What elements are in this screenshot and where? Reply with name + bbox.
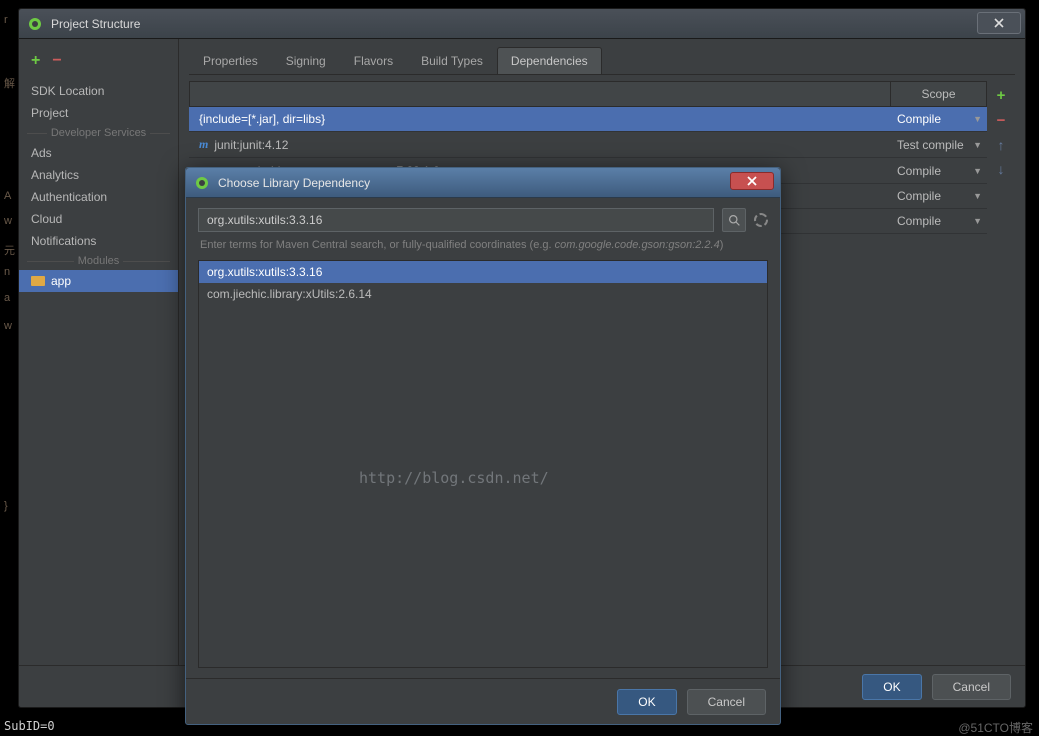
choose-library-dialog: Choose Library Dependency Enter terms fo… [185,167,781,725]
plus-icon[interactable]: + [31,52,40,70]
dialog-ok-button[interactable]: OK [617,689,676,715]
dep-scope: Test compile [897,138,964,152]
dialog-body: Enter terms for Maven Central search, or… [186,198,780,678]
dep-scope: Compile [897,189,941,203]
table-row[interactable]: m junit:junit:4.12 Test compile ▼ [189,132,987,158]
dep-scope: Compile [897,112,941,126]
editor-gutter: r解A w元n aw} [0,0,16,736]
maven-icon: m [199,137,208,152]
search-button[interactable] [722,208,746,232]
hint-text: Enter terms for Maven Central search, or… [200,239,555,251]
android-studio-icon [194,175,210,191]
close-button[interactable] [977,12,1021,34]
dialog-title: Choose Library Dependency [218,176,370,190]
spinner-icon [754,213,768,227]
sidebar-section-modules: Modules [19,252,178,270]
sidebar-item-authentication[interactable]: Authentication [19,186,178,208]
results-list: org.xutils:xutils:3.3.16 com.jiechic.lib… [198,260,768,668]
hint-suffix: ) [720,239,724,251]
dependencies-header: Scope [189,81,987,107]
table-row[interactable]: {include=[*.jar], dir=libs} Compile ▼ [189,107,987,132]
add-dependency-button[interactable]: + [997,87,1006,104]
move-up-button[interactable]: ↑ [998,137,1005,153]
sidebar-item-project[interactable]: Project [19,102,178,124]
col-name-header [190,82,891,106]
tab-flavors[interactable]: Flavors [340,47,407,74]
sidebar-section-developer-services: Developer Services [19,124,178,142]
dep-scope: Compile [897,164,941,178]
android-studio-icon [27,16,43,32]
watermark: http://blog.csdn.net/ [359,469,549,487]
sidebar-item-sdk-location[interactable]: SDK Location [19,80,178,102]
search-input[interactable] [198,208,714,232]
sidebar-item-notifications[interactable]: Notifications [19,230,178,252]
module-icon [31,276,45,286]
chevron-down-icon[interactable]: ▼ [973,114,982,124]
dialog-footer: OK Cancel [186,678,780,724]
module-label: app [51,274,71,288]
move-down-button[interactable]: ↓ [998,161,1005,177]
dep-name: {include=[*.jar], dir=libs} [199,112,325,126]
dialog-cancel-button[interactable]: Cancel [687,689,766,715]
list-item[interactable]: org.xutils:xutils:3.3.16 [199,261,767,283]
status-bar: SubID=0 [4,719,55,733]
remove-dependency-button[interactable]: − [997,112,1006,129]
minus-icon[interactable]: − [52,52,61,70]
sidebar-actions: + − [19,52,178,80]
tab-build-types[interactable]: Build Types [407,47,497,74]
sidebar-item-analytics[interactable]: Analytics [19,164,178,186]
sidebar-item-app-module[interactable]: app [19,270,178,292]
search-row [198,208,768,232]
tab-properties[interactable]: Properties [189,47,272,74]
dep-scope: Compile [897,214,941,228]
list-item[interactable]: com.jiechic.library:xUtils:2.6.14 [199,283,767,305]
chevron-down-icon[interactable]: ▼ [973,216,982,226]
sidebar-item-cloud[interactable]: Cloud [19,208,178,230]
dep-name: junit:junit:4.12 [214,138,288,152]
dialog-titlebar: Choose Library Dependency [186,168,780,198]
tabs: Properties Signing Flavors Build Types D… [189,47,1015,75]
ok-button[interactable]: OK [862,674,921,700]
chevron-down-icon[interactable]: ▼ [973,140,982,150]
close-button[interactable] [730,172,774,190]
chevron-down-icon[interactable]: ▼ [973,191,982,201]
col-scope-header: Scope [891,82,986,106]
cancel-button[interactable]: Cancel [932,674,1011,700]
titlebar: Project Structure [19,9,1025,39]
credit-text: @51CTO博客 [958,719,1033,736]
hint-example: com.google.code.gson:gson:2.2.4 [555,239,720,251]
search-hint: Enter terms for Maven Central search, or… [198,232,768,260]
tab-dependencies[interactable]: Dependencies [497,47,602,74]
chevron-down-icon[interactable]: ▼ [973,166,982,176]
window-title: Project Structure [51,17,140,31]
dependencies-actions: + − ↑ ↓ [987,81,1015,665]
sidebar-item-ads[interactable]: Ads [19,142,178,164]
tab-signing[interactable]: Signing [272,47,340,74]
sidebar: + − SDK Location Project Developer Servi… [19,39,179,665]
